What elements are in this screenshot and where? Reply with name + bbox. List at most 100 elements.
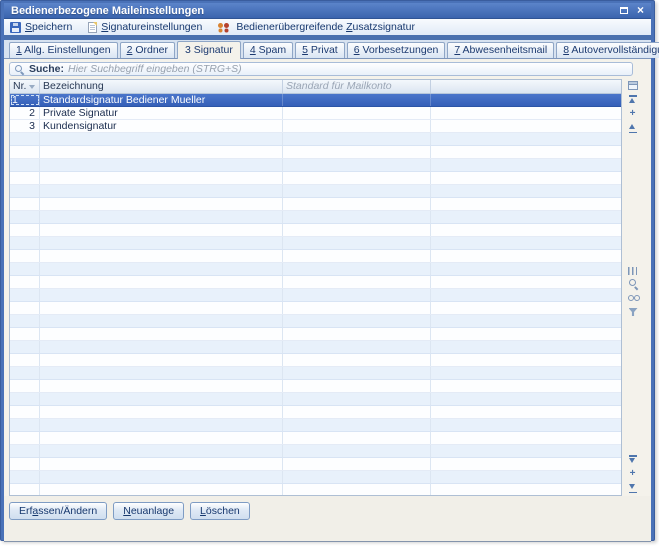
column-header-nr[interactable]: Nr.	[10, 80, 40, 93]
table-empty-row[interactable]	[10, 250, 621, 263]
table-empty-row[interactable]	[10, 146, 621, 159]
table-empty-row[interactable]	[10, 367, 621, 380]
table-empty-row[interactable]	[10, 341, 621, 354]
table-empty-row[interactable]	[10, 315, 621, 328]
empty-cell	[431, 393, 621, 405]
row-number-cell	[10, 289, 40, 301]
table-header-row: Nr.Bezeichnung Standard für Mailkonto	[10, 80, 621, 94]
table-empty-row[interactable]	[10, 328, 621, 341]
tab-2-ordner[interactable]: 2 Ordner	[120, 42, 175, 58]
standard-mailkonto-cell	[283, 341, 431, 353]
table-empty-row[interactable]	[10, 159, 621, 172]
toolbar-button-speichern[interactable]: Speichern	[10, 21, 72, 33]
table-empty-row[interactable]	[10, 198, 621, 211]
tab-page-signatur: Suche: Nr.Bezeichnung Standard für Mailko…	[4, 59, 651, 542]
bezeichnung-cell	[40, 380, 283, 392]
scroll-to-bottom-icon[interactable]	[627, 482, 639, 494]
search-input[interactable]	[68, 63, 628, 75]
table-row[interactable]: 2Private Signatur	[10, 107, 621, 120]
table-empty-row[interactable]	[10, 393, 621, 406]
table-empty-row[interactable]	[10, 406, 621, 419]
empty-cell	[431, 198, 621, 210]
scroll-up-icon[interactable]	[627, 108, 639, 120]
row-number-cell	[10, 367, 40, 379]
table-empty-row[interactable]	[10, 432, 621, 445]
bezeichnung-cell	[40, 211, 283, 223]
toolbar-button-signatureinstellungen[interactable]: Signatureinstellungen	[88, 21, 202, 33]
table-empty-row[interactable]	[10, 380, 621, 393]
row-number-cell	[10, 328, 40, 340]
table-empty-row[interactable]	[10, 237, 621, 250]
close-button[interactable]: ×	[633, 4, 648, 17]
column-header-standard-für-mailkonto[interactable]: Standard für Mailkonto	[283, 80, 431, 93]
standard-mailkonto-cell	[283, 263, 431, 275]
close-icon: ×	[637, 3, 644, 17]
column-header-bezeichnung[interactable]: Bezeichnung	[40, 80, 283, 93]
bezeichnung-cell	[40, 458, 283, 470]
table-empty-row[interactable]	[10, 133, 621, 146]
button-löschen[interactable]: Löschen	[190, 502, 250, 520]
standard-mailkonto-cell	[283, 211, 431, 223]
table-empty-row[interactable]	[10, 185, 621, 198]
standard-mailkonto-cell	[283, 276, 431, 288]
table-empty-row[interactable]	[10, 458, 621, 471]
empty-cell	[431, 341, 621, 353]
tab-5-privat[interactable]: 5 Privat	[295, 42, 345, 58]
row-number-cell	[10, 250, 40, 262]
table-row[interactable]: 1Standardsignatur Bediener Mueller	[10, 94, 621, 107]
scroll-down-icon[interactable]	[627, 468, 639, 480]
table-empty-row[interactable]	[10, 354, 621, 367]
table-empty-row[interactable]	[10, 211, 621, 224]
standard-mailkonto-cell	[283, 471, 431, 483]
row-number-cell	[10, 354, 40, 366]
tab-8-autovervollständigung[interactable]: 8 Autovervollständigung	[556, 42, 659, 58]
page-up-icon[interactable]	[627, 122, 639, 134]
table-empty-row[interactable]	[10, 445, 621, 458]
row-number-cell	[10, 302, 40, 314]
table-row[interactable]: 3Kundensignatur	[10, 120, 621, 133]
standard-mailkonto-cell	[283, 237, 431, 249]
column-header-label: Bezeichnung	[43, 80, 104, 93]
table-empty-row[interactable]	[10, 302, 621, 315]
table-empty-row[interactable]	[10, 289, 621, 302]
grid-side-toolbar-bottom	[624, 453, 641, 495]
table-empty-row[interactable]	[10, 263, 621, 276]
bezeichnung-cell	[40, 393, 283, 405]
column-header-empty[interactable]	[431, 80, 621, 93]
table-empty-row[interactable]	[10, 224, 621, 237]
page-down-icon[interactable]	[627, 454, 639, 466]
table-empty-row[interactable]	[10, 276, 621, 289]
tab-3-signatur[interactable]: 3 Signatur	[177, 41, 241, 59]
bezeichnung-cell	[40, 432, 283, 444]
scroll-to-top-icon[interactable]	[627, 94, 639, 106]
row-number-cell	[10, 185, 40, 197]
row-number-cell	[10, 172, 40, 184]
tab-4-spam[interactable]: 4 Spam	[243, 42, 293, 58]
title-bar[interactable]: Bedienerbezogene Maileinstellungen ×	[4, 3, 651, 19]
button-neuanlage[interactable]: Neuanlage	[113, 502, 184, 520]
table-body: 1Standardsignatur Bediener Mueller2Priva…	[10, 94, 621, 496]
table-empty-row[interactable]	[10, 419, 621, 432]
empty-cell	[431, 289, 621, 301]
table-empty-row[interactable]	[10, 484, 621, 496]
zoom-icon[interactable]	[627, 278, 639, 290]
row-number-cell	[10, 211, 40, 223]
restore-button[interactable]	[616, 4, 631, 17]
tab-7-abwesenheitsmail[interactable]: 7 Abwesenheitsmail	[447, 42, 554, 58]
filter-icon[interactable]	[627, 306, 639, 318]
table-empty-row[interactable]	[10, 471, 621, 484]
empty-cell	[431, 354, 621, 366]
toolbar-button-bedienerübergreifende-zusatzsignatur[interactable]: Bedienerübergreifende Zusatzsignatur	[218, 21, 415, 33]
column-chooser-icon[interactable]	[628, 81, 638, 90]
bezeichnung-cell	[40, 341, 283, 353]
standard-mailkonto-cell	[283, 224, 431, 236]
tab-6-vorbesetzungen[interactable]: 6 Vorbesetzungen	[347, 42, 446, 58]
table-empty-row[interactable]	[10, 172, 621, 185]
search-bar[interactable]: Suche:	[9, 62, 633, 76]
bezeichnung-cell	[40, 224, 283, 236]
tab-1-allg-einstellungen[interactable]: 1 Allg. Einstellungen	[9, 42, 118, 58]
fit-columns-icon[interactable]	[628, 267, 637, 275]
find-icon[interactable]	[627, 292, 639, 304]
empty-cell	[431, 250, 621, 262]
button-erfassen-ändern[interactable]: Erfassen/Ändern	[9, 502, 107, 520]
